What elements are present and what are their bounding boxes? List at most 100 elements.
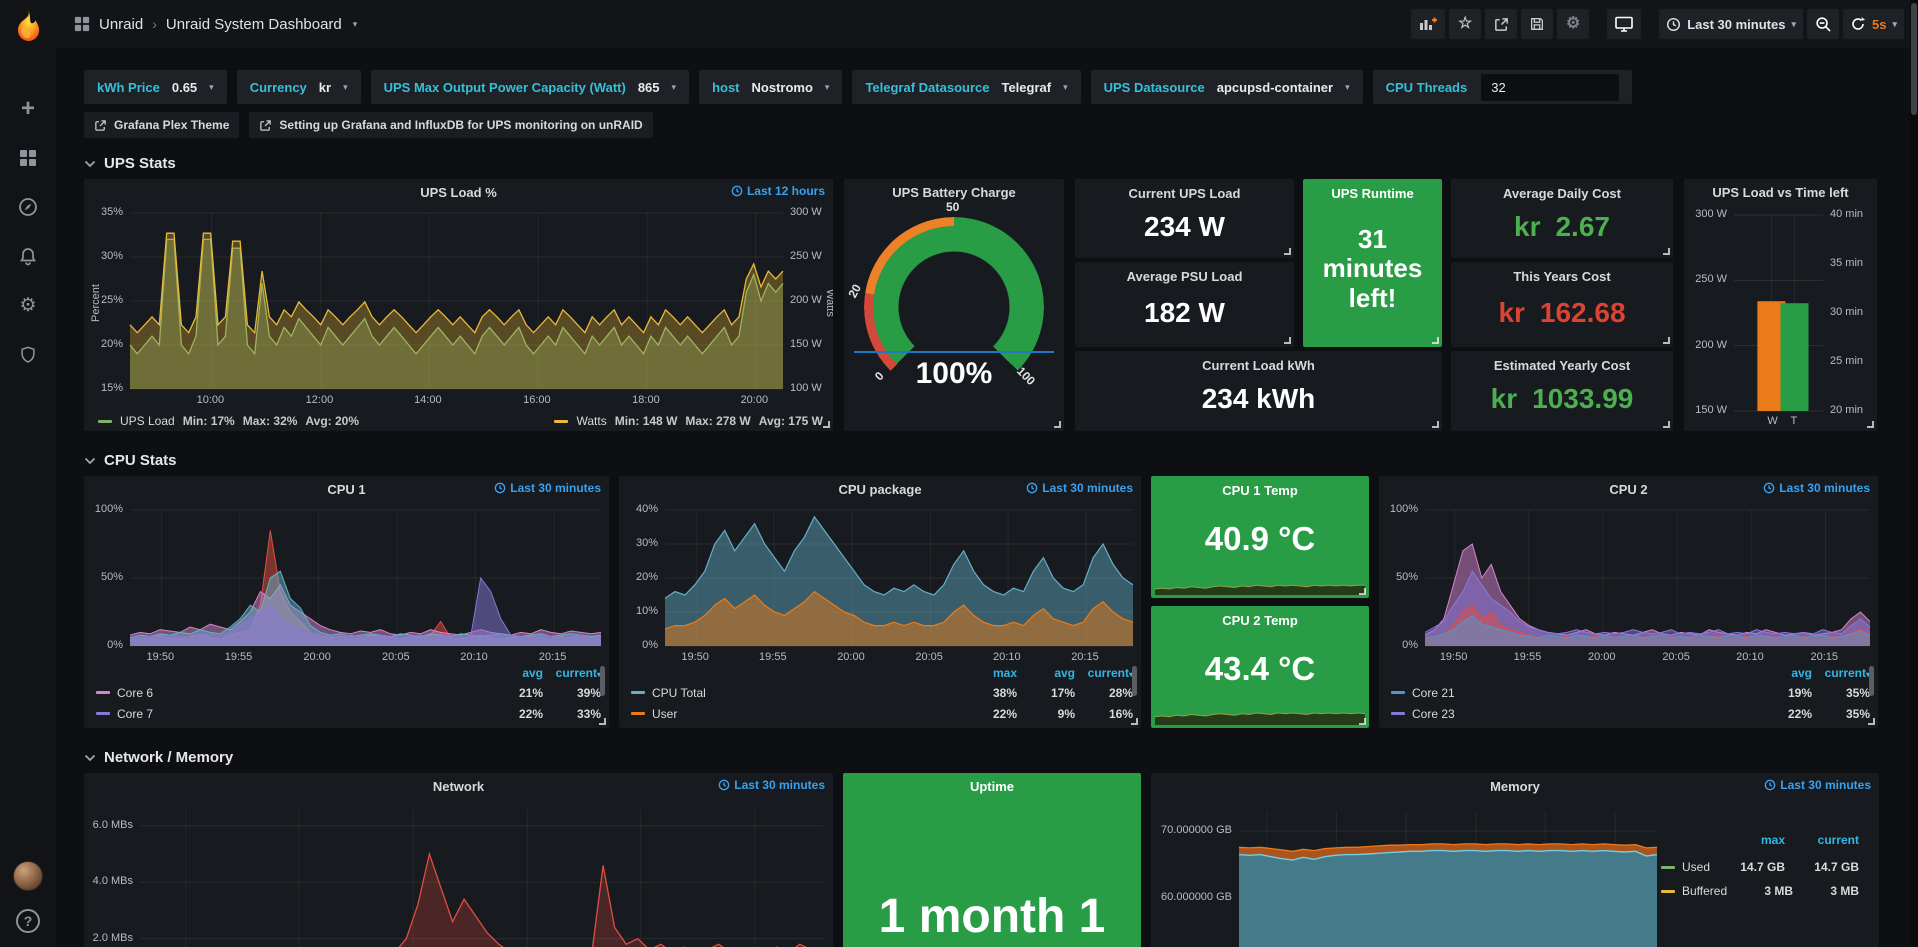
row-header-cpu-stats[interactable]: CPU Stats: [84, 452, 1884, 469]
legend-series-cpu-total[interactable]: CPU Total: [631, 686, 959, 700]
stat-title[interactable]: UPS Runtime: [1303, 186, 1442, 201]
cpu1-chart[interactable]: 100%50%0%19:5019:5520:0020:0520:1020:15: [84, 502, 609, 666]
add-panel-button[interactable]: [1411, 9, 1445, 39]
sidebar-explore-button[interactable]: [16, 196, 40, 218]
refresh-button[interactable]: 5s ▾: [1843, 9, 1904, 39]
panel-time-range[interactable]: Last 30 minutes: [1763, 481, 1870, 495]
legend-col-max[interactable]: max: [959, 666, 1017, 680]
help-button[interactable]: ?: [16, 909, 40, 933]
share-dashboard-button[interactable]: [1485, 9, 1517, 39]
stat-title[interactable]: This Years Cost: [1451, 269, 1673, 284]
legend-series-core6[interactable]: Core 6: [96, 686, 485, 700]
sidebar-alerting-button[interactable]: [16, 245, 40, 267]
panel-title[interactable]: CPU 1: [327, 482, 365, 497]
ups-load-chart[interactable]: 35%30%25%20%15%300 W250 W200 W150 W100 W…: [84, 205, 833, 409]
panel-title[interactable]: CPU 2: [1609, 482, 1647, 497]
panel-resize-handle[interactable]: [599, 718, 606, 725]
zoom-out-time-button[interactable]: [1807, 9, 1839, 39]
legend-col-current[interactable]: current: [1785, 833, 1859, 855]
legend-series-core23[interactable]: Core 23: [1391, 707, 1754, 721]
breadcrumb-folder[interactable]: Unraid: [99, 16, 143, 33]
cpu-package-chart[interactable]: 40%30%20%10%0%19:5019:5520:0020:0520:102…: [619, 502, 1141, 666]
panel-resize-handle[interactable]: [1663, 421, 1670, 428]
panel-resize-handle[interactable]: [1054, 421, 1061, 428]
link-grafana-plex-theme[interactable]: Grafana Plex Theme: [84, 112, 239, 138]
variable-kwh-price[interactable]: kWh Price 0.65 ▾: [84, 70, 227, 104]
panel-resize-handle[interactable]: [1868, 718, 1875, 725]
legend-series-user[interactable]: User: [631, 707, 959, 721]
legend-col-avg[interactable]: avg: [1754, 666, 1812, 680]
panel-title[interactable]: Network: [433, 779, 484, 794]
legend-series-ups-load[interactable]: UPS Load Min: 17% Max: 32% Avg: 20%: [98, 414, 359, 428]
panel-resize-handle[interactable]: [1131, 718, 1138, 725]
panel-title[interactable]: Uptime: [970, 779, 1014, 794]
sidebar-create-button[interactable]: +: [16, 98, 40, 120]
stat-title[interactable]: CPU 2 Temp: [1151, 613, 1369, 628]
panel-resize-handle[interactable]: [1432, 421, 1439, 428]
variable-telegraf-datasource[interactable]: Telegraf Datasource Telegraf ▾: [852, 70, 1080, 104]
panel-time-range[interactable]: Last 12 hours: [731, 184, 825, 198]
dashboard-settings-button[interactable]: ⚙: [1557, 9, 1589, 39]
panel-time-range[interactable]: Last 30 minutes: [1764, 778, 1871, 792]
panel-title[interactable]: UPS Load %: [420, 185, 497, 200]
variable-ups-max-output[interactable]: UPS Max Output Power Capacity (Watt) 865…: [371, 70, 689, 104]
breadcrumb-dashboard-title[interactable]: Unraid System Dashboard: [166, 16, 342, 33]
ups-bar-chart[interactable]: 300 W250 W200 W150 W40 min35 min30 min25…: [1684, 205, 1877, 431]
stat-title[interactable]: Average Daily Cost: [1451, 186, 1673, 201]
panel-resize-handle[interactable]: [1359, 588, 1366, 595]
legend-series-used[interactable]: Used: [1661, 860, 1711, 874]
legend-col-current[interactable]: current▾: [1075, 666, 1133, 680]
time-range-picker[interactable]: Last 30 minutes ▾: [1659, 9, 1803, 39]
panel-resize-handle[interactable]: [1663, 337, 1670, 344]
legend-series-core7[interactable]: Core 7: [96, 707, 485, 721]
sidebar-dashboards-button[interactable]: [16, 147, 40, 169]
panel-time-range[interactable]: Last 30 minutes: [1026, 481, 1133, 495]
legend-col-avg[interactable]: avg: [1017, 666, 1075, 680]
panel-resize-handle[interactable]: [1284, 248, 1291, 255]
sidebar-server-admin-button[interactable]: [16, 343, 40, 365]
panel-resize-handle[interactable]: [1663, 248, 1670, 255]
variable-currency[interactable]: Currency kr ▾: [237, 70, 361, 104]
network-chart[interactable]: 6.0 MBs4.0 MBs2.0 MBs: [84, 799, 833, 947]
link-ups-monitoring-guide[interactable]: Setting up Grafana and InfluxDB for UPS …: [249, 112, 652, 138]
cycle-view-mode-button[interactable]: [1607, 9, 1641, 39]
cpu2-chart[interactable]: 100%50%0%19:5019:5520:0020:0520:1020:15: [1379, 502, 1878, 666]
panel-resize-handle[interactable]: [1432, 337, 1439, 344]
variable-ups-datasource[interactable]: UPS Datasource apcupsd-container ▾: [1091, 70, 1363, 104]
row-header-ups-stats[interactable]: UPS Stats: [84, 155, 1884, 172]
scrollbar-thumb[interactable]: [1911, 3, 1917, 115]
panel-time-range[interactable]: Last 30 minutes: [718, 778, 825, 792]
panel-title[interactable]: UPS Battery Charge: [892, 185, 1016, 200]
chevron-down-icon[interactable]: ▾: [353, 19, 358, 30]
panel-time-range[interactable]: Last 30 minutes: [494, 481, 601, 495]
stat-title[interactable]: CPU 1 Temp: [1151, 483, 1369, 498]
panel-resize-handle[interactable]: [1284, 337, 1291, 344]
panel-title[interactable]: UPS Load vs Time left: [1712, 185, 1848, 200]
memory-chart[interactable]: 70.000000 GB60.000000 GB50.000000 GB: [1151, 799, 1661, 947]
legend-series-watts[interactable]: Watts Min: 148 W Max: 278 W Avg: 175 W: [554, 414, 823, 428]
variable-host[interactable]: host Nostromo ▾: [699, 70, 842, 104]
panel-title[interactable]: Memory: [1490, 779, 1540, 794]
legend-col-current[interactable]: current▾: [1812, 666, 1870, 680]
panel-resize-handle[interactable]: [823, 421, 830, 428]
legend-col-avg[interactable]: avg: [485, 666, 543, 680]
panel-resize-handle[interactable]: [1359, 718, 1366, 725]
stat-title[interactable]: Estimated Yearly Cost: [1451, 358, 1673, 373]
legend-col-max[interactable]: max: [1711, 833, 1785, 855]
legend-col-current[interactable]: current▾: [543, 666, 601, 680]
stat-title[interactable]: Current Load kWh: [1075, 358, 1442, 373]
panel-resize-handle[interactable]: [1867, 421, 1874, 428]
legend-scrollbar[interactable]: [1132, 666, 1137, 696]
cpu-threads-input[interactable]: 32: [1481, 74, 1619, 101]
user-avatar[interactable]: [13, 861, 43, 891]
grafana-logo[interactable]: [9, 8, 47, 46]
page-scrollbar[interactable]: [1910, 0, 1918, 947]
sidebar-configuration-button[interactable]: ⚙: [16, 294, 40, 316]
stat-title[interactable]: Average PSU Load: [1075, 269, 1294, 284]
panel-title[interactable]: CPU package: [838, 482, 921, 497]
stat-title[interactable]: Current UPS Load: [1075, 186, 1294, 201]
legend-series-core21[interactable]: Core 21: [1391, 686, 1754, 700]
legend-scrollbar[interactable]: [1869, 666, 1874, 696]
row-header-network-memory[interactable]: Network / Memory: [84, 749, 1884, 766]
save-dashboard-button[interactable]: [1521, 9, 1553, 39]
